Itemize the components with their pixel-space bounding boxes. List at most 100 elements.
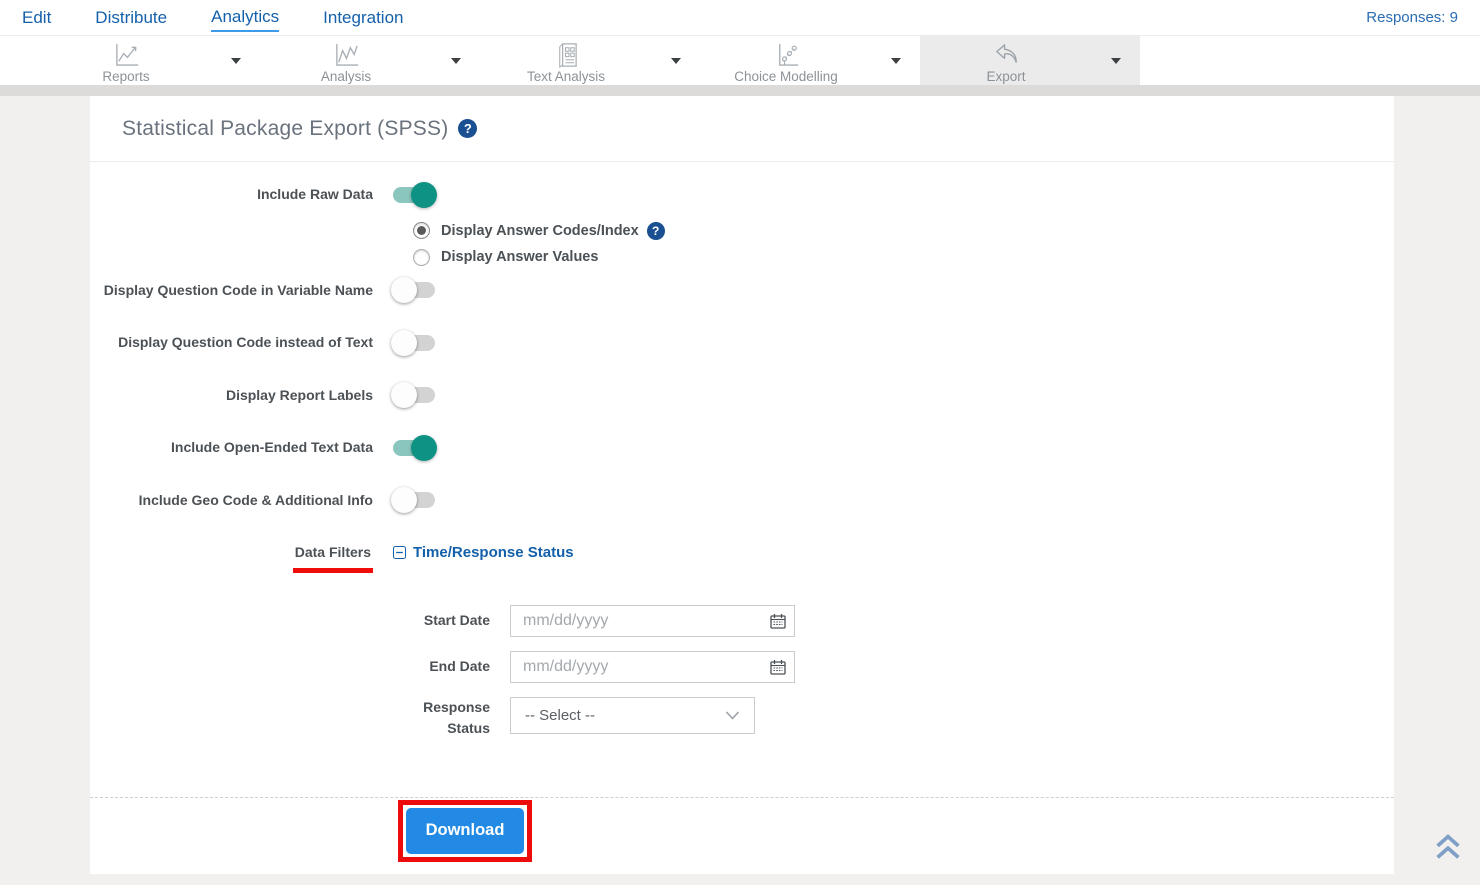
text-analysis-document-icon	[553, 41, 580, 68]
calendar-icon[interactable]	[770, 613, 786, 629]
tab-reports-caret[interactable]	[212, 36, 260, 85]
open-ended-text-label: Include Open-Ended Text Data	[90, 439, 393, 457]
responses-count: Responses: 9	[1366, 9, 1458, 26]
start-date-input[interactable]	[510, 605, 795, 637]
include-raw-data-label: Include Raw Data	[90, 186, 393, 204]
tab-label: Text Analysis	[527, 69, 605, 84]
tabbar-bottom-strip	[0, 85, 1480, 96]
tab-label: Choice Modelling	[734, 69, 838, 84]
answer-codes-help-icon[interactable]: ?	[647, 222, 665, 240]
open-ended-text-toggle[interactable]	[393, 440, 435, 456]
primary-nav: Edit Distribute Analytics Integration Re…	[0, 0, 1480, 36]
answer-display-radio-group: Display Answer Codes/Index ? Display Ans…	[413, 222, 1394, 266]
export-options-form: Include Raw Data Display Answer Codes/In…	[90, 162, 1394, 862]
time-response-status-body: Start Date End Date	[413, 605, 1394, 739]
double-chevron-up-icon	[1433, 831, 1463, 863]
scroll-to-top-button[interactable]	[1433, 831, 1463, 868]
reports-line-chart-icon	[113, 41, 140, 68]
geo-code-row: Include Geo Code & Additional Info	[90, 492, 1394, 510]
include-raw-data-toggle[interactable]	[393, 187, 435, 203]
end-date-label: End Date	[413, 656, 510, 677]
page-title: Statistical Package Export (SPSS)	[122, 117, 448, 141]
tab-label: Reports	[102, 69, 149, 84]
response-status-label: Response Status	[413, 697, 510, 739]
download-button[interactable]: Download	[406, 808, 524, 854]
question-code-variable-toggle[interactable]	[393, 282, 435, 298]
radio-row-codes-index: Display Answer Codes/Index ?	[413, 222, 1394, 240]
answer-values-label: Display Answer Values	[441, 249, 598, 265]
nav-item-analytics[interactable]: Analytics	[211, 3, 279, 32]
question-code-instead-toggle[interactable]	[393, 335, 435, 351]
start-date-row: Start Date	[413, 605, 1394, 637]
tab-group-export: Export	[920, 36, 1140, 85]
toggle-knob	[391, 277, 417, 303]
open-ended-text-row: Include Open-Ended Text Data	[90, 439, 1394, 457]
end-date-row: End Date	[413, 651, 1394, 683]
toggle-knob	[391, 487, 417, 513]
choice-modelling-scatter-icon	[773, 41, 800, 68]
include-raw-data-row: Include Raw Data	[90, 186, 1394, 204]
response-status-select[interactable]: -- Select --	[510, 697, 755, 734]
panel-footer: Download	[90, 797, 1394, 862]
caret-down-icon	[231, 58, 241, 64]
tab-choice-modelling-caret[interactable]	[872, 36, 920, 85]
geo-code-toggle[interactable]	[393, 492, 435, 508]
geo-code-label: Include Geo Code & Additional Info	[90, 492, 393, 510]
report-labels-label: Display Report Labels	[90, 387, 393, 405]
report-labels-row: Display Report Labels	[90, 387, 1394, 405]
nav-item-edit[interactable]: Edit	[22, 4, 51, 31]
caret-down-icon	[671, 58, 681, 64]
end-date-wrap	[510, 651, 795, 683]
tab-analysis[interactable]: Analysis	[260, 36, 432, 85]
report-labels-toggle[interactable]	[393, 387, 435, 403]
answer-codes-index-radio[interactable]	[413, 222, 430, 239]
tab-label: Export	[986, 69, 1025, 84]
start-date-label: Start Date	[413, 610, 510, 631]
export-arrow-icon	[993, 41, 1020, 68]
toggle-knob	[411, 182, 437, 208]
answer-codes-index-label: Display Answer Codes/Index	[441, 223, 639, 239]
calendar-icon[interactable]	[770, 659, 786, 675]
time-response-status-header[interactable]: Time/Response Status	[393, 544, 574, 561]
question-code-variable-label: Display Question Code in Variable Name	[90, 282, 393, 300]
tab-export[interactable]: Export	[920, 36, 1092, 85]
radio-row-answer-values: Display Answer Values	[413, 249, 1394, 266]
toggle-knob	[391, 382, 417, 408]
export-panel: Statistical Package Export (SPSS) ? Incl…	[90, 96, 1394, 874]
time-response-status-label: Time/Response Status	[413, 544, 574, 561]
nav-item-integration[interactable]: Integration	[323, 4, 403, 31]
data-filters-label-wrap: Data Filters	[90, 544, 393, 573]
response-status-row: Response Status -- Select --	[413, 697, 1394, 739]
tab-text-analysis-caret[interactable]	[652, 36, 700, 85]
tab-label: Analysis	[321, 69, 371, 84]
tab-group-reports: Reports	[40, 36, 260, 85]
analysis-line-chart-icon	[333, 41, 360, 68]
end-date-input[interactable]	[510, 651, 795, 683]
tab-export-caret[interactable]	[1092, 36, 1140, 85]
tab-group-analysis: Analysis	[260, 36, 480, 85]
download-annotation-box: Download	[398, 800, 532, 862]
caret-down-icon	[891, 58, 901, 64]
tab-group-choice-modelling: Choice Modelling	[700, 36, 920, 85]
tab-reports[interactable]: Reports	[40, 36, 212, 85]
caret-down-icon	[451, 58, 461, 64]
toggle-knob	[411, 435, 437, 461]
title-help-icon[interactable]: ?	[458, 119, 477, 138]
question-code-instead-label: Display Question Code instead of Text	[90, 334, 393, 352]
start-date-wrap	[510, 605, 795, 637]
nav-item-distribute[interactable]: Distribute	[95, 4, 167, 31]
caret-down-icon	[1111, 58, 1121, 64]
data-filters-row: Data Filters Time/Response Status	[90, 544, 1394, 573]
question-code-instead-row: Display Question Code instead of Text	[90, 334, 1394, 352]
chevron-down-icon	[725, 711, 740, 720]
collapse-minus-icon	[393, 546, 406, 559]
response-status-value: -- Select --	[525, 707, 595, 724]
tab-group-text-analysis: Text Analysis	[480, 36, 700, 85]
tab-choice-modelling[interactable]: Choice Modelling	[700, 36, 872, 85]
answer-values-radio[interactable]	[413, 249, 430, 266]
analytics-tabbar: Reports Analysis Text Anal	[0, 36, 1480, 85]
tab-text-analysis[interactable]: Text Analysis	[480, 36, 652, 85]
toggle-knob	[391, 330, 417, 356]
panel-header: Statistical Package Export (SPSS) ?	[90, 96, 1394, 162]
tab-analysis-caret[interactable]	[432, 36, 480, 85]
